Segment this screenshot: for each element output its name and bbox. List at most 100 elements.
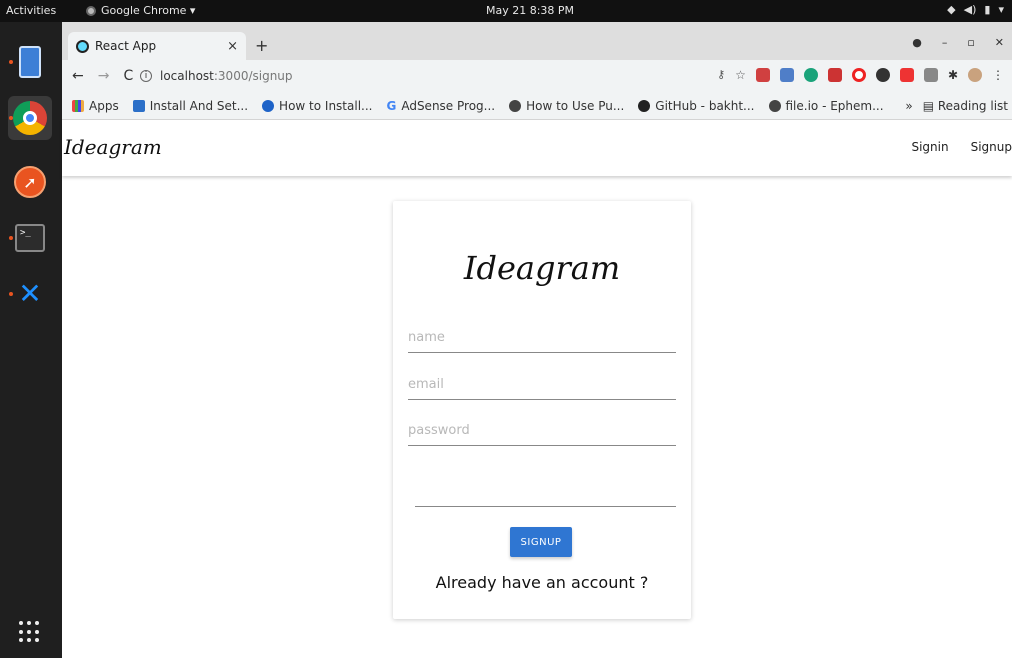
badge-extension-icon[interactable] [899, 68, 914, 82]
github-icon [638, 99, 651, 112]
wifi-icon: ◆ [947, 3, 956, 16]
screen: Activities Google Chrome ▾ May 21 8:38 P… [0, 0, 1012, 658]
forward-button[interactable]: → [98, 68, 110, 84]
running-indicator [9, 60, 13, 64]
chrome-icon [13, 101, 47, 135]
reading-list-label: Reading list [937, 99, 1008, 113]
terminal-icon: >_ [15, 224, 45, 252]
site-info-icon[interactable]: i [140, 70, 152, 82]
bookmark-apps[interactable]: Apps [72, 99, 119, 113]
new-tab-button[interactable]: + [255, 36, 268, 55]
maximize-button[interactable]: ▫ [967, 36, 974, 49]
dock-terminal[interactable]: >_ [8, 216, 52, 260]
tab-title: React App [95, 39, 157, 53]
dock-files[interactable] [8, 40, 52, 84]
react-favicon-icon [76, 39, 89, 53]
bookmark-label: AdSense Prog... [401, 98, 496, 113]
compass-icon: ➚ [14, 166, 46, 198]
close-window-button[interactable]: ✕ [995, 36, 1004, 49]
navbar-brand[interactable]: Ideagram [64, 135, 162, 159]
browser-toolbar: ← → C i localhost:3000/signup ⚷ ☆ ✱ ⋮ [62, 60, 1012, 92]
app-menu-label: Google Chrome ▾ [101, 4, 196, 17]
app-menu[interactable]: Google Chrome ▾ [86, 4, 195, 17]
app-navbar: Ideagram Signin Signup [62, 120, 1012, 176]
running-indicator [9, 292, 13, 296]
bookmark-item[interactable]: GitHub - bakht... [638, 98, 755, 113]
star-icon[interactable]: ☆ [735, 68, 746, 82]
running-indicator [9, 116, 13, 120]
profile-icon[interactable]: ● [912, 36, 922, 49]
vscode-icon: ✕ [18, 277, 42, 310]
bookmark-item[interactable]: file.io - Ephem... [768, 98, 884, 113]
more-bookmarks-button[interactable]: » [905, 99, 912, 113]
puzzle-icon[interactable]: ✱ [948, 68, 958, 82]
apps-grid-icon [72, 99, 84, 112]
already-have-account-link[interactable]: Already have an account ? [393, 573, 691, 592]
reading-list-button[interactable]: ▤ Reading list [923, 99, 1008, 113]
running-indicator [9, 236, 13, 240]
menu-icon[interactable]: ⋮ [992, 68, 1004, 82]
key-icon[interactable]: ⚷ [717, 68, 725, 82]
dock-chrome[interactable] [8, 96, 52, 140]
activities-button[interactable]: Activities [6, 4, 56, 17]
dock-compass[interactable]: ➚ [8, 160, 52, 204]
tab-close-icon[interactable]: × [227, 39, 238, 54]
extensions-bar: ⚷ ☆ ✱ ⋮ [717, 68, 1004, 82]
file-input-underline[interactable] [415, 506, 676, 507]
files-icon [19, 46, 41, 78]
globe-icon [509, 99, 522, 112]
system-tray[interactable]: ◆ ◀) ▮ ▾ [947, 3, 1004, 16]
signup-button[interactable]: SIGNUP [510, 527, 572, 557]
dock-app-grid[interactable] [8, 610, 52, 654]
email-input[interactable] [408, 370, 676, 400]
chrome-small-icon [86, 5, 96, 16]
dock-vscode[interactable]: ✕ [8, 272, 52, 316]
tab-strip: React App × + ● – ▫ ✕ [62, 22, 1012, 60]
window-controls: ● – ▫ ✕ [912, 36, 1004, 49]
battery-icon: ▮ [984, 3, 991, 16]
app-grid-icon [19, 621, 41, 643]
bookmark-label: How to Install... [279, 98, 373, 113]
nav-links: Signin Signup [911, 140, 1012, 154]
card-brand: Ideagram [463, 249, 621, 287]
google-icon: G [386, 98, 397, 113]
system-top-bar: Activities Google Chrome ▾ May 21 8:38 P… [0, 0, 1012, 22]
bookmark-label: Apps [89, 98, 119, 113]
extension-icon[interactable] [779, 68, 794, 82]
signup-card: Ideagram SIGNUP Already have an account … [393, 201, 691, 619]
name-input[interactable] [408, 323, 676, 353]
bookmark-item[interactable]: How to Install... [262, 99, 372, 113]
extension-icon[interactable] [755, 68, 770, 82]
bookmark-item[interactable]: How to Use Pu... [509, 99, 624, 113]
reading-list-icon: ▤ [922, 99, 938, 113]
avatar[interactable] [968, 68, 982, 82]
back-button[interactable]: ← [72, 68, 84, 84]
dock: ➚ >_ ✕ [0, 22, 62, 658]
signin-link[interactable]: Signin [911, 140, 948, 154]
extension-icon[interactable] [803, 68, 818, 82]
extension-icon[interactable] [875, 68, 890, 82]
bookmark-label: Install And Set... [149, 98, 249, 113]
url-host: localhost [160, 69, 214, 83]
globe-icon [768, 99, 781, 112]
reload-button[interactable]: C [123, 68, 133, 84]
volume-icon: ◀) [963, 3, 977, 16]
bookmark-icon [132, 99, 145, 112]
page-viewport: Ideagram Signin Signup Ideagram SIGNUP A… [62, 120, 1012, 658]
signup-link[interactable]: Signup [971, 140, 1012, 154]
clock[interactable]: May 21 8:38 PM [470, 4, 590, 17]
bookmarks-right: » ▤ Reading list [905, 99, 1008, 113]
tab-react-app[interactable]: React App × [68, 32, 246, 60]
bookmark-item[interactable]: G AdSense Prog... [386, 99, 495, 113]
url-path: :3000/signup [213, 69, 293, 83]
extension-icon[interactable] [923, 68, 938, 82]
bookmark-label: GitHub - bakht... [655, 98, 755, 113]
extension-icon[interactable] [827, 68, 842, 82]
minimize-button[interactable]: – [942, 36, 948, 49]
bookmark-label: file.io - Ephem... [785, 98, 884, 113]
bookmark-item[interactable]: Install And Set... [132, 98, 249, 113]
password-input[interactable] [408, 416, 676, 446]
opera-icon[interactable] [851, 68, 866, 82]
address-bar[interactable]: i localhost:3000/signup [140, 65, 700, 87]
bookmark-icon [262, 99, 275, 112]
